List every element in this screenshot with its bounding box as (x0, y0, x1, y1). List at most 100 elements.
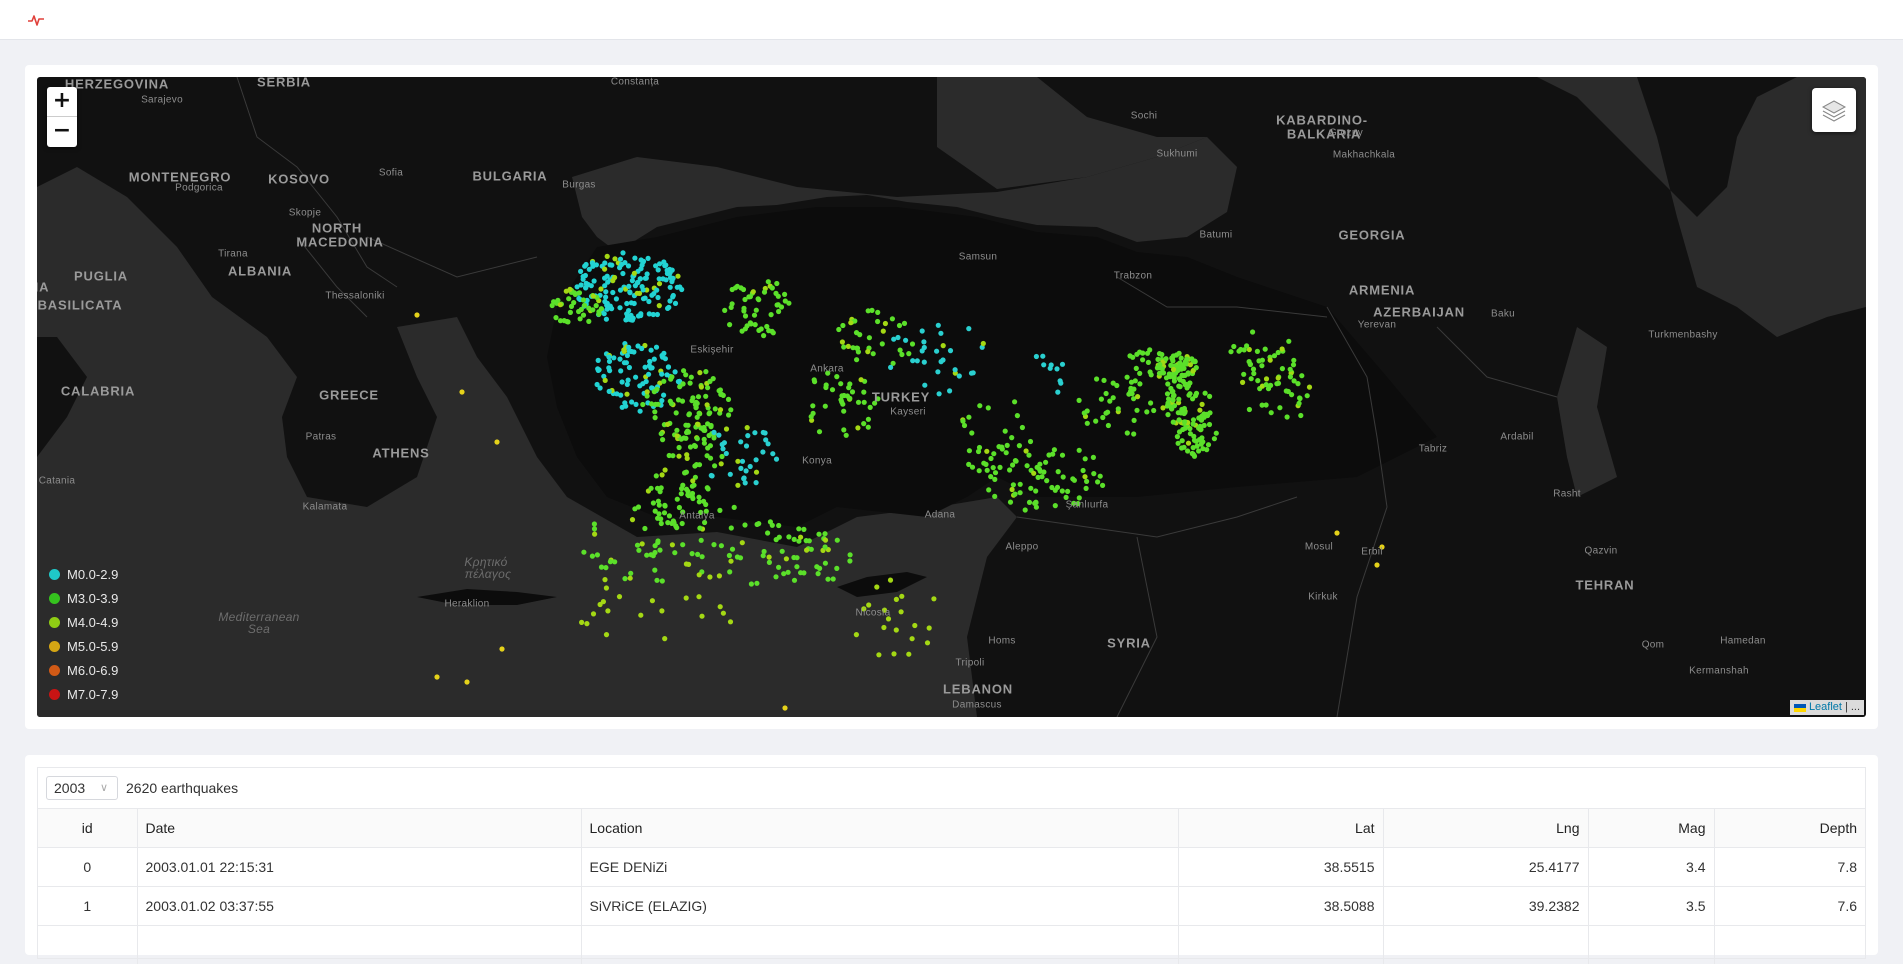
earthquake-marker[interactable] (576, 309, 581, 314)
earthquake-marker[interactable] (782, 705, 787, 710)
earthquake-marker[interactable] (599, 306, 604, 311)
earthquake-marker[interactable] (742, 522, 747, 527)
earthquake-marker[interactable] (1188, 431, 1193, 436)
earthquake-marker[interactable] (838, 381, 843, 386)
earthquake-marker[interactable] (977, 403, 982, 408)
earthquake-marker[interactable] (605, 608, 610, 613)
earthquake-marker[interactable] (1241, 372, 1246, 377)
earthquake-marker[interactable] (984, 449, 989, 454)
earthquake-marker[interactable] (693, 402, 698, 407)
earthquake-marker[interactable] (676, 397, 681, 402)
earthquake-marker[interactable] (862, 400, 867, 405)
earthquake-marker[interactable] (717, 573, 722, 578)
earthquake-marker[interactable] (801, 570, 806, 575)
earthquake-marker[interactable] (825, 577, 830, 582)
earthquake-marker[interactable] (686, 412, 691, 417)
earthquake-marker[interactable] (1148, 400, 1153, 405)
earthquake-marker[interactable] (669, 401, 674, 406)
earthquake-marker[interactable] (1172, 375, 1177, 380)
earthquake-marker[interactable] (738, 466, 743, 471)
earthquake-marker[interactable] (784, 556, 789, 561)
earthquake-marker[interactable] (776, 523, 781, 528)
earthquake-marker[interactable] (906, 652, 911, 657)
earthquake-marker[interactable] (719, 543, 724, 548)
earthquake-marker[interactable] (810, 403, 815, 408)
earthquake-marker[interactable] (816, 532, 821, 537)
earthquake-marker[interactable] (659, 608, 664, 613)
earthquake-marker[interactable] (632, 271, 637, 276)
earthquake-marker[interactable] (643, 276, 648, 281)
earthquake-marker[interactable] (604, 317, 609, 322)
earthquake-marker[interactable] (1200, 446, 1205, 451)
earthquake-marker[interactable] (941, 343, 946, 348)
earthquake-marker[interactable] (605, 254, 610, 259)
earthquake-marker[interactable] (646, 256, 651, 261)
earthquake-marker[interactable] (700, 426, 705, 431)
earthquake-marker[interactable] (686, 493, 691, 498)
earthquake-marker[interactable] (966, 326, 971, 331)
earthquake-marker[interactable] (809, 547, 814, 552)
earthquake-marker[interactable] (703, 394, 708, 399)
earthquake-marker[interactable] (650, 598, 655, 603)
earthquake-marker[interactable] (591, 611, 596, 616)
earthquake-marker[interactable] (754, 470, 759, 475)
earthquake-marker[interactable] (957, 373, 962, 378)
earthquake-marker[interactable] (679, 486, 684, 491)
earthquake-marker[interactable] (1182, 406, 1187, 411)
earthquake-marker[interactable] (781, 571, 786, 576)
earthquake-marker[interactable] (596, 358, 601, 363)
earthquake-marker[interactable] (657, 503, 662, 508)
earthquake-marker[interactable] (1240, 380, 1245, 385)
earthquake-marker[interactable] (1094, 376, 1099, 381)
earthquake-marker[interactable] (1291, 362, 1296, 367)
earthquake-marker[interactable] (1259, 363, 1264, 368)
earthquake-marker[interactable] (1286, 389, 1291, 394)
earthquake-marker[interactable] (1005, 443, 1010, 448)
earthquake-marker[interactable] (876, 652, 881, 657)
earthquake-marker[interactable] (602, 267, 607, 272)
earthquake-marker[interactable] (571, 300, 576, 305)
layers-control-button[interactable] (1812, 88, 1856, 132)
earthquake-marker[interactable] (1056, 469, 1061, 474)
earthquake-marker[interactable] (690, 496, 695, 501)
earthquake-marker[interactable] (761, 333, 766, 338)
earthquake-marker[interactable] (838, 397, 843, 402)
earthquake-marker[interactable] (875, 319, 880, 324)
earthquake-marker[interactable] (617, 594, 622, 599)
earthquake-marker[interactable] (581, 297, 586, 302)
earthquake-marker[interactable] (770, 523, 775, 528)
earthquake-marker[interactable] (970, 465, 975, 470)
earthquake-marker[interactable] (881, 329, 886, 334)
table-row[interactable]: 12003.01.02 03:37:55SiVRiCE (ELAZIG)38.5… (38, 887, 1865, 926)
earthquake-marker[interactable] (1082, 474, 1087, 479)
earthquake-marker[interactable] (658, 516, 663, 521)
year-select[interactable]: 2003 ∨ (46, 776, 118, 800)
earthquake-marker[interactable] (668, 377, 673, 382)
earthquake-marker[interactable] (726, 397, 731, 402)
earthquake-marker[interactable] (1134, 366, 1139, 371)
earthquake-marker[interactable] (608, 559, 613, 564)
earthquake-marker[interactable] (1198, 427, 1203, 432)
earthquake-marker[interactable] (744, 443, 749, 448)
earthquake-marker[interactable] (1100, 483, 1105, 488)
earthquake-marker[interactable] (685, 489, 690, 494)
earthquake-marker[interactable] (1041, 362, 1046, 367)
earthquake-marker[interactable] (823, 404, 828, 409)
earthquake-marker[interactable] (735, 284, 740, 289)
earthquake-marker[interactable] (1305, 393, 1310, 398)
earthquake-marker[interactable] (705, 385, 710, 390)
earthquake-marker[interactable] (604, 632, 609, 637)
earthquake-marker[interactable] (1249, 376, 1254, 381)
earthquake-marker[interactable] (754, 457, 759, 462)
earthquake-marker[interactable] (1157, 362, 1162, 367)
earthquake-marker[interactable] (769, 312, 774, 317)
earthquake-marker[interactable] (652, 409, 657, 414)
earthquake-marker[interactable] (920, 348, 925, 353)
earthquake-marker[interactable] (770, 285, 775, 290)
earthquake-marker[interactable] (883, 321, 888, 326)
earthquake-marker[interactable] (1054, 366, 1059, 371)
earthquake-marker[interactable] (888, 365, 893, 370)
earthquake-marker[interactable] (1264, 376, 1269, 381)
earthquake-marker[interactable] (760, 449, 765, 454)
earthquake-marker[interactable] (638, 409, 643, 414)
